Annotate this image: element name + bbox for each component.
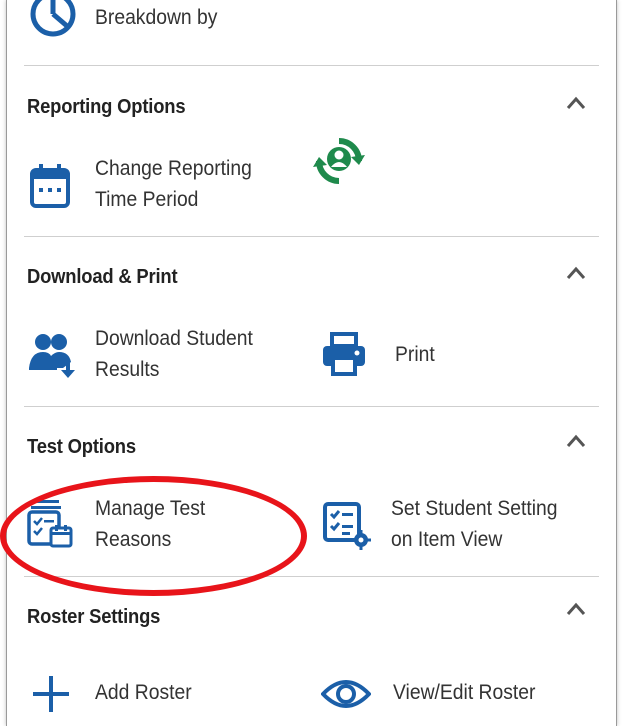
manage-test-label-line1: Manage Test [95,497,206,520]
view-edit-roster-button[interactable]: View/Edit Roster [313,670,603,726]
change-reporting-label-line1: Change Reporting [95,157,252,180]
manage-reasons-icon [27,500,73,548]
view-edit-roster-label: View/Edit Roster [393,681,536,704]
chevron-up-icon[interactable] [566,266,586,280]
section-title-reporting: Reporting Options [27,96,186,118]
change-reporting-label-line2: Time Period [95,188,199,211]
divider [24,236,599,237]
set-student-setting-label-line2: on Item View [391,528,503,551]
divider [24,406,599,407]
pie-chart-icon [30,0,76,37]
set-student-setting-button[interactable]: Set Student Setting on Item View [313,490,603,560]
download-results-label-line2: Results [95,358,160,381]
plus-icon [33,676,69,712]
manage-test-reasons-button[interactable]: Manage Test Reasons [7,490,302,560]
breakdown-by-label: Breakdown by [95,6,218,29]
eye-icon [321,680,371,708]
set-student-setting-label-line1: Set Student Setting [391,497,558,520]
options-panel: Breakdown by Reporting Options Change Re… [6,0,617,726]
print-button[interactable]: Print [313,320,513,390]
chevron-up-icon[interactable] [566,434,586,448]
manage-test-label-line2: Reasons [95,528,172,551]
chevron-up-icon[interactable] [566,96,586,110]
change-reporting-period-button[interactable]: Change Reporting Time Period [7,150,307,220]
printer-icon [323,332,365,376]
download-results-label-line1: Download Student [95,327,253,350]
download-student-results-button[interactable]: Download Student Results [7,320,302,390]
section-title-roster: Roster Settings [27,606,161,628]
divider [24,65,599,66]
breakdown-by-item[interactable]: Breakdown by [7,0,307,50]
sync-user-icon[interactable] [313,135,365,187]
section-title-test-options: Test Options [27,436,136,458]
download-users-icon [29,334,75,378]
add-roster-button[interactable]: Add Roster [7,670,267,726]
chevron-up-icon[interactable] [566,602,586,616]
divider [24,576,599,577]
print-label: Print [395,343,435,366]
checklist-settings-icon [323,502,371,550]
calendar-icon [30,164,70,208]
section-title-download: Download & Print [27,266,178,288]
add-roster-label: Add Roster [95,681,192,704]
